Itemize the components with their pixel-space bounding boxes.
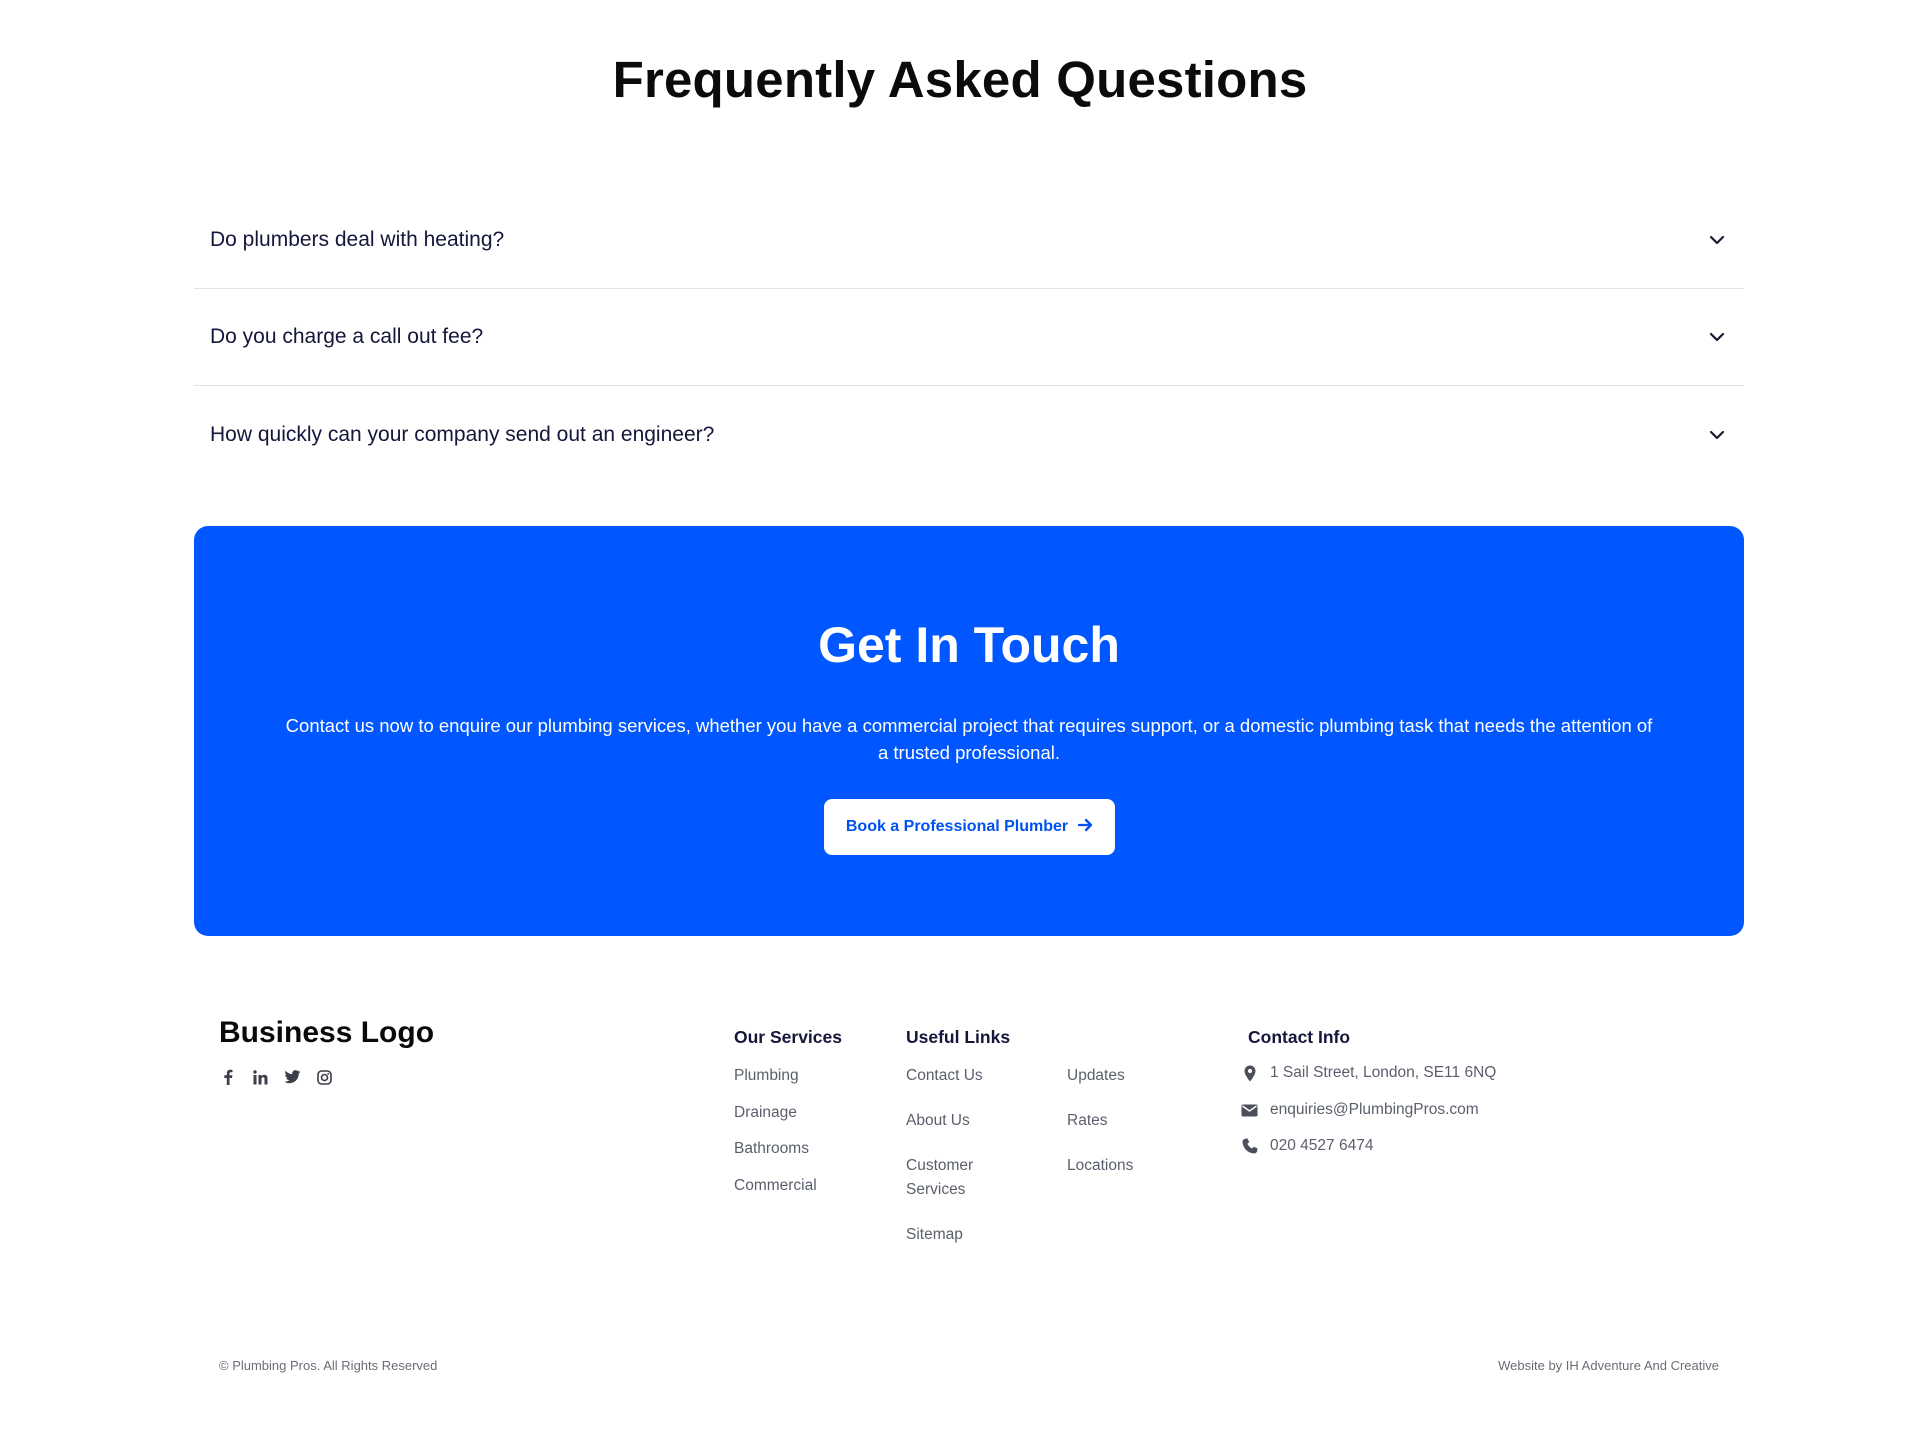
book-plumber-label: Book a Professional Plumber: [845, 818, 1069, 835]
arrow-right-icon: [1077, 818, 1093, 837]
chevron-down-icon[interactable]: [1708, 231, 1726, 249]
link-updates[interactable]: Updates: [1067, 1064, 1125, 1088]
link-bathrooms[interactable]: Bathrooms: [734, 1137, 809, 1161]
book-plumber-button[interactable]: Book a Professional Plumber: [824, 799, 1115, 855]
link-plumbing[interactable]: Plumbing: [734, 1064, 799, 1088]
link-customer-services[interactable]: Customer Services: [906, 1154, 996, 1202]
chevron-down-icon[interactable]: [1708, 426, 1726, 444]
phone-icon: [1241, 1138, 1258, 1155]
link-rates[interactable]: Rates: [1067, 1109, 1108, 1133]
contact-info-heading: Contact Info: [1248, 1027, 1351, 1047]
social-links: [219, 1068, 333, 1086]
get-in-touch-section: Get In Touch Contact us now to enquire o…: [194, 526, 1744, 936]
link-drainage[interactable]: Drainage: [734, 1101, 797, 1125]
faq-item-engineer[interactable]: How quickly can your company send out an…: [194, 386, 1744, 483]
faq-list: Do plumbers deal with heating? Do you ch…: [194, 192, 1744, 483]
faq-question: How quickly can your company send out an…: [210, 422, 715, 446]
envelope-icon: [1241, 1102, 1258, 1119]
map-pin-icon: [1241, 1065, 1258, 1082]
faq-item-heating[interactable]: Do plumbers deal with heating?: [194, 192, 1744, 289]
contact-email[interactable]: enquiries@PlumbingPros.com: [1241, 1101, 1479, 1119]
faq-question: Do you charge a call out fee?: [210, 325, 484, 348]
business-logo[interactable]: Business Logo: [219, 1016, 434, 1050]
instagram-icon[interactable]: [315, 1068, 333, 1086]
link-locations[interactable]: Locations: [1067, 1154, 1133, 1178]
phone-text[interactable]: 020 4527 6474: [1270, 1137, 1373, 1155]
contact-address: 1 Sail Street, London, SE11 6NQ: [1241, 1064, 1496, 1082]
email-text[interactable]: enquiries@PlumbingPros.com: [1270, 1101, 1479, 1119]
cta-text: Contact us now to enquire our plumbing s…: [285, 715, 1653, 763]
twitter-icon[interactable]: [283, 1068, 301, 1086]
link-about-us[interactable]: About Us: [906, 1109, 970, 1133]
contact-phone[interactable]: 020 4527 6474: [1241, 1137, 1373, 1155]
faq-item-call-out-fee[interactable]: Do you charge a call out fee?: [194, 289, 1744, 386]
useful-links-heading: Useful Links: [906, 1027, 1011, 1047]
website-credit[interactable]: Website by IH Adventure And Creative: [1498, 1358, 1719, 1373]
address-text: 1 Sail Street, London, SE11 6NQ: [1270, 1064, 1497, 1081]
linkedin-icon[interactable]: [251, 1068, 269, 1086]
faq-title: Frequently Asked Questions: [612, 51, 1308, 108]
chevron-down-icon[interactable]: [1708, 328, 1726, 346]
facebook-icon[interactable]: [219, 1068, 237, 1086]
link-sitemap[interactable]: Sitemap: [906, 1223, 963, 1247]
page: Frequently Asked Questions Do plumbers d…: [0, 0, 1920, 1439]
link-commercial[interactable]: Commercial: [734, 1174, 817, 1198]
cta-title: Get In Touch: [818, 617, 1120, 673]
link-contact-us[interactable]: Contact Us: [906, 1064, 983, 1088]
our-services-heading: Our Services: [734, 1027, 842, 1047]
copyright-text: © Plumbing Pros. All Rights Reserved: [219, 1358, 438, 1373]
faq-question: Do plumbers deal with heating?: [210, 228, 505, 251]
